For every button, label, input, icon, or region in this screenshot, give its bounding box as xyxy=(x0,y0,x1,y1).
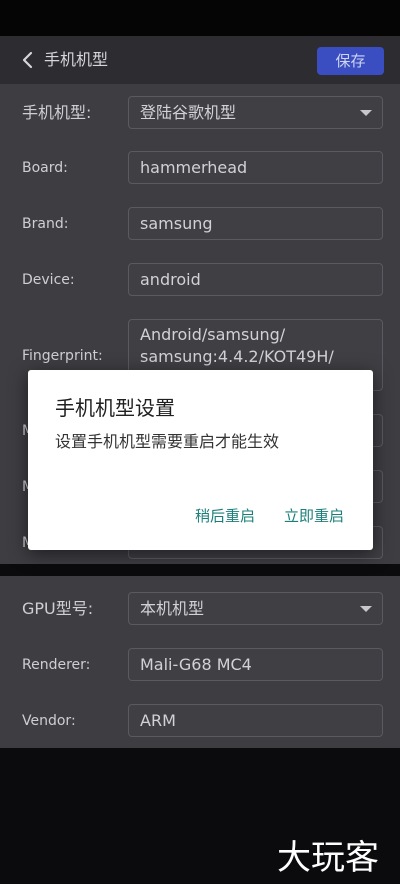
model-label: 手机机型: xyxy=(22,103,92,122)
gpu-label: GPU型号: xyxy=(22,599,94,618)
restart-later-button[interactable]: 稍后重启 xyxy=(195,506,255,526)
fingerprint-label: Fingerprint: xyxy=(22,348,103,364)
back-arrow-icon[interactable] xyxy=(18,50,38,70)
device-label: Device: xyxy=(22,272,75,288)
gpu-select-value: 本机机型 xyxy=(140,599,205,618)
watermark-logo: 大玩客 xyxy=(277,838,379,878)
gpu-select[interactable]: 本机机型 xyxy=(128,592,383,625)
page-title: 手机机型 xyxy=(44,50,109,69)
renderer-label: Renderer: xyxy=(22,657,91,673)
dialog-title: 手机机型设置 xyxy=(55,396,175,420)
save-button[interactable]: 保存 xyxy=(317,47,384,75)
board-label: Board: xyxy=(22,160,68,176)
dropdown-caret-icon xyxy=(360,110,372,116)
dialog-message: 设置手机机型需要重启才能生效 xyxy=(55,432,280,451)
model-select-value: 登陆谷歌机型 xyxy=(140,103,237,122)
brand-label: Brand: xyxy=(22,216,69,232)
status-bar xyxy=(0,0,400,36)
dropdown-caret-icon xyxy=(360,606,372,612)
gpu-panel: GPU型号: 本机机型 Renderer: Mali-G68 MC4 Vendo… xyxy=(0,576,400,748)
model-select[interactable]: 登陆谷歌机型 xyxy=(128,96,383,129)
renderer-input[interactable]: Mali-G68 MC4 xyxy=(128,648,383,681)
vendor-label: Vendor: xyxy=(22,713,76,729)
device-input[interactable]: android xyxy=(128,263,383,296)
restart-dialog: 手机机型设置 设置手机机型需要重启才能生效 稍后重启 立即重启 xyxy=(28,370,373,550)
vendor-input[interactable]: ARM xyxy=(128,704,383,737)
board-input[interactable]: hammerhead xyxy=(128,151,383,184)
brand-input[interactable]: samsung xyxy=(128,207,383,240)
restart-now-button[interactable]: 立即重启 xyxy=(284,506,344,526)
